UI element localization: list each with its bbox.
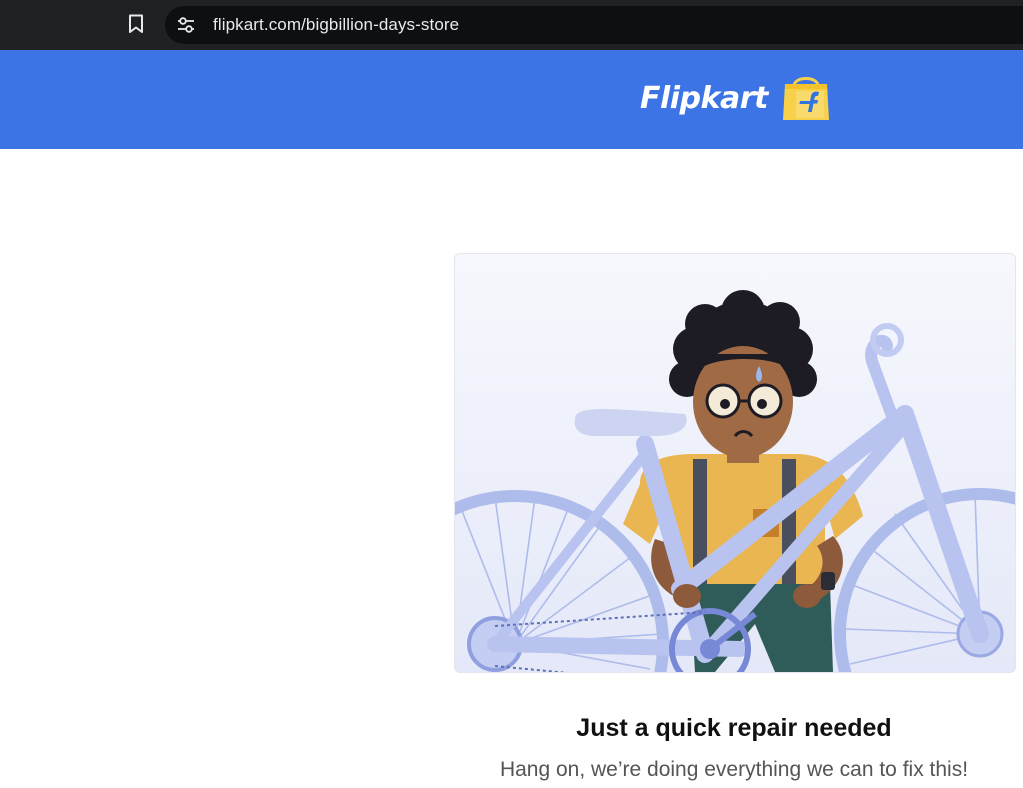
error-illustration	[454, 253, 1016, 673]
error-title: Just a quick repair needed	[576, 714, 892, 742]
flipkart-logo[interactable]: Flipkart	[640, 70, 832, 126]
site-settings-icon[interactable]	[175, 14, 197, 36]
error-subtitle: Hang on, we’re doing everything we can t…	[499, 758, 969, 781]
site-header: Flipkart	[0, 50, 1023, 149]
url-text[interactable]: flipkart.com/bigbillion-days-store	[213, 15, 459, 35]
bookmark-icon[interactable]	[124, 12, 148, 36]
brand-name: Flipkart	[640, 80, 768, 116]
browser-toolbar: flipkart.com/bigbillion-days-store	[0, 0, 1023, 50]
address-bar[interactable]: flipkart.com/bigbillion-days-store	[165, 6, 1023, 44]
shopping-bag-icon	[780, 72, 832, 124]
